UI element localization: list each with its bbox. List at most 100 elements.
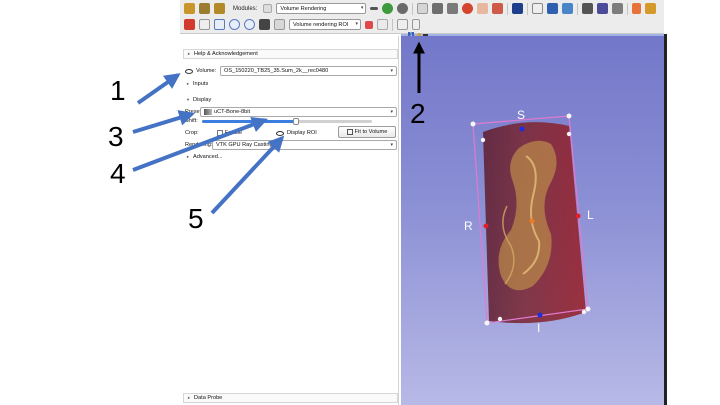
3d-view[interactable]: S I R L [401, 36, 664, 405]
volume-selector[interactable]: OS_150220_TB25_35.Sum_2k__rec0480 ▾ [220, 66, 397, 76]
volume-row: Volume: [185, 66, 216, 76]
python-console-icon[interactable] [597, 3, 609, 14]
add-data-icon[interactable] [199, 3, 210, 14]
shift-slider[interactable] [202, 118, 372, 125]
rendering-selector[interactable]: VTK GPU Ray Casting ▾ [212, 140, 397, 150]
panel-splitter[interactable] [664, 34, 667, 405]
volume-label: Volume: [196, 68, 217, 74]
plane-icon[interactable] [229, 19, 240, 30]
shift-slider-handle[interactable] [292, 118, 299, 125]
screenshot-icon[interactable] [582, 3, 594, 14]
crop-enable-checkbox[interactable] [216, 130, 223, 136]
rendering-selector-value: VTK GPU Ray Casting [216, 142, 273, 148]
roi-selector[interactable]: Volume rendering ROI ▾ [289, 19, 361, 30]
roi-handle [484, 320, 490, 326]
help-acknowledgement-section[interactable]: ▸ Help & Acknowledgement [183, 49, 398, 59]
expand-arrow-icon: ▸ [187, 51, 191, 56]
module-panel: ▸ Help & Acknowledgement Volume: OS_1502… [180, 36, 399, 405]
toolbar-separator [527, 2, 529, 15]
save-icon[interactable] [214, 3, 225, 14]
expand-arrow-icon: ▸ [186, 81, 190, 86]
rendering-row: Rendering: [185, 140, 212, 150]
rendering-label: Rendering: [185, 142, 213, 148]
toolbar-row-1: Modules: Volume Rendering ▾ [184, 1, 657, 16]
toolbar-row-2: Volume rendering ROI ▾ [184, 17, 420, 32]
persistent-icon[interactable] [377, 19, 388, 30]
delete-icon[interactable] [397, 19, 408, 30]
display-roi-label: Display ROI [287, 130, 317, 136]
roi-handle [581, 309, 587, 315]
crosshair-icon[interactable] [562, 3, 574, 14]
inputs-section[interactable]: ▸ Inputs [183, 79, 398, 89]
preset-selector[interactable]: uCT-Bone-8bit ▾ [200, 107, 397, 117]
modules-label: Modules: [233, 5, 258, 12]
mouse-pointer-icon[interactable] [532, 3, 544, 14]
eye-icon [276, 130, 284, 136]
roi-center-handle [529, 218, 535, 224]
annotation-number-4: 4 [110, 158, 126, 189]
roi-handle-superior [519, 126, 525, 132]
stop-icon[interactable] [365, 20, 373, 29]
models-module-icon[interactable] [447, 3, 459, 14]
module-search-icon[interactable] [263, 4, 273, 13]
orientation-label-superior: S [517, 108, 526, 122]
annotation-number-2: 2 [410, 98, 426, 129]
module-selector[interactable]: Volume Rendering ▾ [276, 3, 367, 14]
roi-handle [470, 121, 476, 127]
orientation-label-left: L [587, 208, 594, 222]
volume-selector-value: OS_150220_TB25_35.Sum_2k__rec0480 [224, 68, 329, 74]
curve-icon[interactable] [199, 19, 210, 30]
segment-editor-icon[interactable] [492, 3, 504, 14]
render-icon[interactable] [259, 19, 270, 30]
roi-tool-icon[interactable] [274, 19, 285, 30]
expand-arrow-icon: ▸ [187, 395, 191, 400]
display-roi-toggle[interactable]: Display ROI [276, 128, 317, 138]
roi-handle [585, 306, 591, 312]
toolbar-separator [412, 2, 414, 15]
annotation-number-5: 5 [188, 203, 204, 234]
preset-selector-value: uCT-Bone-8bit [214, 109, 251, 115]
node-icon[interactable] [184, 19, 195, 30]
layout-icon[interactable] [512, 3, 524, 14]
orientation-label-right: R [464, 219, 473, 233]
roi-handle [566, 113, 572, 119]
advanced-section[interactable]: ▸ Advanced... [183, 152, 398, 162]
annotation-arrow-1 [136, 73, 181, 105]
forward-arrow-icon[interactable] [397, 3, 409, 14]
preset-thumbnail-icon [204, 109, 212, 115]
options-icon[interactable] [412, 19, 420, 30]
display-section[interactable]: ▾ Display [183, 95, 398, 105]
angle-icon[interactable] [214, 19, 225, 30]
markups-module-icon[interactable] [477, 3, 489, 14]
module-selector-value: Volume Rendering [280, 5, 327, 12]
advanced-section-title: Advanced... [193, 154, 223, 160]
help-section-title: Help & Acknowledgement [194, 51, 258, 57]
eye-icon[interactable] [185, 68, 193, 74]
module-history-icon[interactable] [370, 7, 379, 10]
toolbar-separator [577, 2, 579, 15]
fit-to-volume-label: Fit to Volume [354, 129, 388, 135]
orientation-label-inferior: I [537, 321, 541, 335]
roi-icon[interactable] [244, 19, 255, 30]
back-arrow-icon[interactable] [382, 3, 394, 14]
roi-selector-value: Volume rendering ROI [293, 21, 349, 28]
roi-handle-inferior [537, 312, 543, 318]
crop-label: Crop: [185, 130, 199, 136]
3d-scene [470, 113, 591, 326]
transforms-module-icon[interactable] [462, 3, 474, 14]
annotation-number-1: 1 [110, 75, 126, 106]
load-data-icon[interactable] [184, 3, 195, 14]
place-fiducial-icon[interactable] [547, 3, 559, 14]
volumes-module-icon[interactable] [432, 3, 444, 14]
inputs-section-title: Inputs [193, 81, 209, 87]
extension-manager-icon[interactable] [612, 3, 624, 14]
toolbar-separator [627, 2, 629, 15]
toolbar-separator [507, 2, 509, 15]
crosshair-plus-icon[interactable] [632, 3, 642, 14]
roi-handle-right [483, 223, 489, 229]
fit-to-volume-button[interactable]: Fit to Volume [338, 126, 396, 138]
data-probe-section[interactable]: ▸ Data Probe [183, 393, 398, 403]
data-module-icon[interactable] [417, 3, 429, 14]
extensions-icon[interactable] [645, 3, 657, 14]
roi-handle [566, 131, 572, 137]
